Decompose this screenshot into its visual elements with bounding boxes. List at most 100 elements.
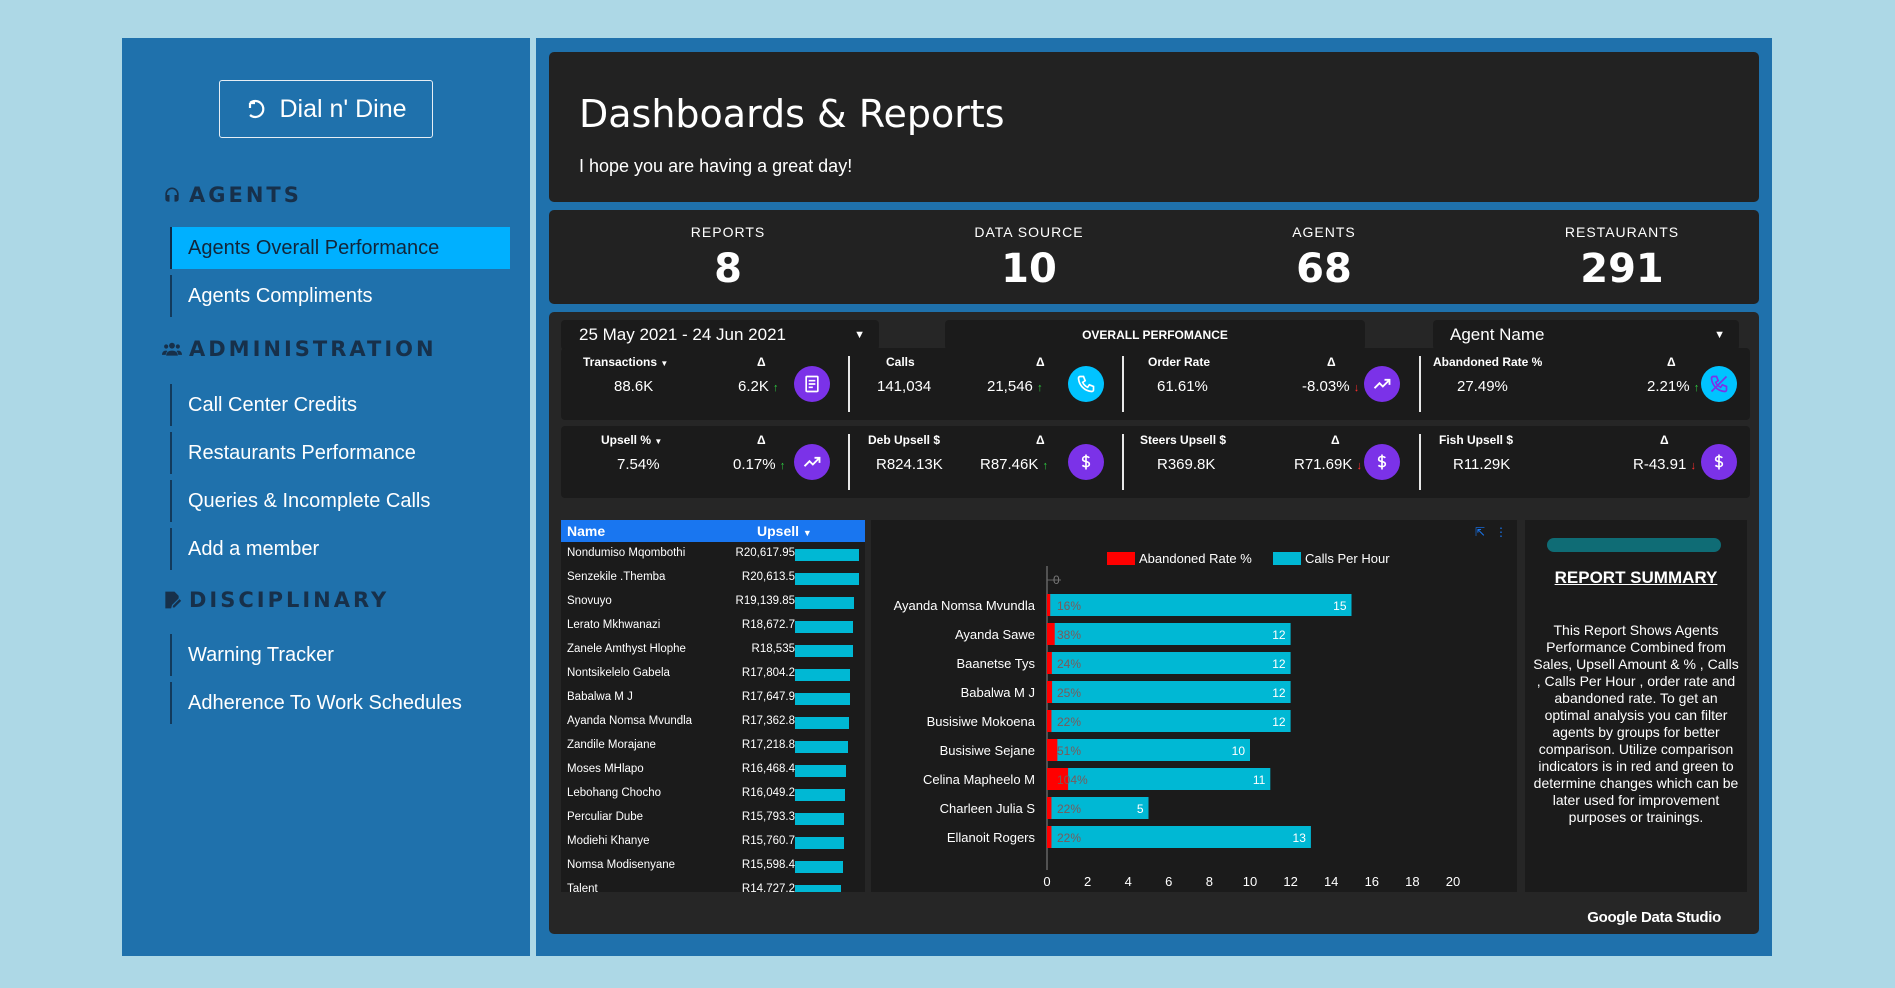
users-icon (162, 342, 182, 356)
header-panel: Dashboards & Reports I hope you are havi… (549, 52, 1759, 202)
kpi-deb-upsell: Deb Upsell $ R824.13K Δ R87.46K ↑ (850, 426, 1124, 498)
dollar-icon (1364, 444, 1400, 480)
row-name: Moses MHlapo (567, 763, 644, 775)
table-row[interactable]: Ayanda Nomsa Mvundla R17,362.8 (561, 710, 865, 734)
export-icon: ⇱ (1475, 525, 1485, 539)
table-header: Name Upsell ▼ (561, 520, 865, 542)
abandoned-rate-label: 38% (1057, 628, 1081, 642)
sidebar-item-agents-overall-performance[interactable]: Agents Overall Performance (170, 227, 510, 269)
abandoned-rate-bar (1047, 797, 1052, 819)
abandoned-vs-calls-chart: Abandoned Rate % Calls Per Hour ⇱ ⋮ 0 Ayanda … (871, 520, 1517, 892)
kpi-abandoned-rate: Abandoned Rate % 27.49% Δ 2.21% ↑ (1421, 348, 1750, 420)
agent-name-dropdown[interactable]: Agent Name ▼ (1433, 320, 1739, 350)
row-upsell: R15,760.7 (741, 835, 795, 847)
row-upsell: R19,139.85 (735, 595, 795, 607)
section-agents: AGENTS (162, 183, 302, 207)
table-row[interactable]: Talent R14,727.2 (561, 878, 865, 892)
stat-data-source: DATA SOURCE 10 (974, 224, 1084, 292)
sidebar-item-restaurants-performance[interactable]: Restaurants Performance (170, 432, 510, 474)
sidebar-item-call-center-credits[interactable]: Call Center Credits (170, 384, 510, 426)
row-upsell-bar (795, 813, 844, 825)
abandoned-rate-label: 16% (1057, 599, 1081, 613)
row-upsell-bar (795, 741, 848, 753)
row-name: Ayanda Nomsa Mvundla (567, 715, 693, 727)
report-summary: REPORT SUMMARY This Report Shows Agents … (1525, 520, 1747, 892)
abandoned-rate-label: 22% (1057, 715, 1081, 729)
y-tick-label: Charleen Julia S (940, 801, 1036, 816)
row-upsell-bar (795, 597, 854, 609)
stat-reports: REPORTS 8 (690, 224, 766, 292)
table-row[interactable]: Nontsikelelo Gabela R17,804.2 (561, 662, 865, 686)
sidebar-item-adherence-to-work-schedules[interactable]: Adherence To Work Schedules (170, 682, 510, 724)
row-upsell: R16,468.4 (741, 763, 795, 775)
column-header-name[interactable]: Name (567, 523, 605, 539)
no-phone-icon (1701, 366, 1737, 402)
abandoned-rate-bar (1047, 826, 1052, 848)
x-tick-label: 8 (1206, 874, 1213, 889)
brand-button[interactable]: Dial n' Dine (219, 80, 433, 138)
x-tick-label: 0 (1043, 874, 1050, 889)
sidebar-item-agents-compliments[interactable]: Agents Compliments (170, 275, 510, 317)
row-upsell-bar (795, 789, 845, 801)
row-upsell-bar (795, 549, 859, 561)
calls-per-hour-bar (1047, 681, 1291, 703)
y-tick-label: Ayanda Sawe (955, 627, 1035, 642)
column-header-upsell[interactable]: Upsell ▼ (757, 523, 812, 539)
table-row[interactable]: Senzekile .Themba R20,613.5 (561, 566, 865, 590)
main-area: Dashboards & Reports I hope you are havi… (536, 38, 1772, 956)
row-name: Perculiar Dube (567, 811, 644, 823)
row-upsell-bar (795, 621, 853, 633)
table-row[interactable]: Moses MHlapo R16,468.4 (561, 758, 865, 782)
y-tick-label: Ellanoit Rogers (947, 830, 1036, 845)
calls-per-hour-bar (1047, 826, 1311, 848)
table-row[interactable]: Zandile Morajane R17,218.8 (561, 734, 865, 758)
table-row[interactable]: Lerato Mkhwanazi R18,672.7 (561, 614, 865, 638)
row-upsell: R18,535 (751, 643, 795, 655)
calls-per-hour-bar (1047, 710, 1291, 732)
x-tick-label: 14 (1324, 874, 1338, 889)
calls-per-hour-bar (1047, 594, 1352, 616)
kpi-calls: Calls 141,034 Δ 21,546 ↑ (850, 348, 1124, 420)
x-tick-label: 16 (1365, 874, 1379, 889)
sidebar-item-warning-tracker[interactable]: Warning Tracker (170, 634, 510, 676)
y-tick-label: Baanetse Tys (956, 656, 1035, 671)
page-title: Dashboards & Reports (579, 92, 1005, 136)
arrow-up-icon: ↑ (779, 460, 786, 472)
row-name: Zandile Morajane (567, 739, 656, 751)
arrow-down-icon: ↓ (1353, 382, 1360, 394)
legend-swatch-calls-per-hour (1273, 552, 1301, 565)
dollar-icon (1701, 444, 1737, 480)
row-upsell: R20,617.95 (735, 547, 795, 559)
stats-panel: REPORTS 8 DATA SOURCE 10 AGENTS 68 RESTA… (549, 210, 1759, 304)
table-row[interactable]: Snovuyo R19,139.85 (561, 590, 865, 614)
summary-title: REPORT SUMMARY (1554, 568, 1718, 587)
calls-per-hour-label: 10 (1232, 744, 1246, 758)
row-upsell: R17,647.9 (741, 691, 795, 703)
sidebar-item-add-a-member[interactable]: Add a member (170, 528, 510, 570)
edit-doc-icon (165, 591, 182, 609)
brand-label: Dial n' Dine (279, 94, 407, 123)
x-tick-label: 20 (1446, 874, 1460, 889)
table-row[interactable]: Nondumiso Mqombothi R20,617.95 (561, 542, 865, 566)
row-name: Nomsa Modisenyane (567, 859, 676, 871)
trending-up-icon (794, 444, 830, 480)
table-row[interactable]: Modiehi Khanye R15,760.7 (561, 830, 865, 854)
sidebar-item-queries-incomplete-calls[interactable]: Queries & Incomplete Calls (170, 480, 510, 522)
abandoned-rate-bar (1047, 652, 1052, 674)
table-row[interactable]: Babalwa M J R17,647.9 (561, 686, 865, 710)
calls-per-hour-label: 15 (1333, 599, 1347, 613)
table-row[interactable]: Nomsa Modisenyane R15,598.4 (561, 854, 865, 878)
table-row[interactable]: Zanele Amthyst Hlophe R18,535 (561, 638, 865, 662)
row-name: Nondumiso Mqombothi (567, 547, 686, 559)
date-range-picker[interactable]: 25 May 2021 - 24 Jun 2021 ▼ (561, 320, 879, 350)
table-row[interactable]: Perculiar Dube R15,793.3 (561, 806, 865, 830)
abandoned-rate-label: 104% (1057, 773, 1088, 787)
upsell-table: Name Upsell ▼ Nondumiso Mqombothi R20,617… (561, 520, 865, 892)
row-upsell-bar (795, 669, 850, 681)
y-tick-label: Busisiwe Mokoena (927, 714, 1036, 729)
content-panel: 25 May 2021 - 24 Jun 2021 ▼ OVERALL PERF… (549, 312, 1759, 934)
table-row[interactable]: Lebohang Chocho R16,049.2 (561, 782, 865, 806)
stat-agents: AGENTS 68 (1292, 224, 1356, 292)
arrow-up-icon: ↑ (1042, 460, 1049, 472)
row-name: Snovuyo (567, 595, 612, 607)
